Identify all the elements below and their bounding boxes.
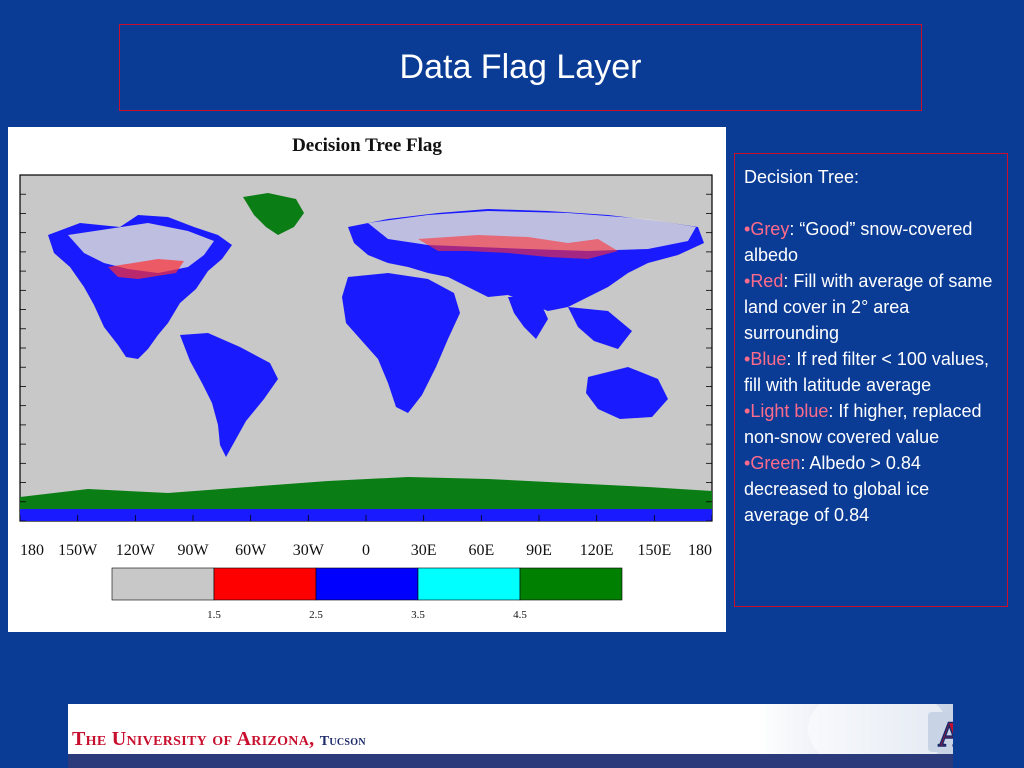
x-tick-label: 120W xyxy=(116,542,156,559)
decision-item: •Green: Albedo > 0.84 decreased to globa… xyxy=(744,450,999,528)
university-label: The University of Arizona, xyxy=(72,728,315,750)
x-tick-label: 150W xyxy=(58,542,98,559)
x-tick-label: 30E xyxy=(411,542,437,559)
decision-item: •Grey: “Good” snow-covered albedo xyxy=(744,216,999,268)
colorbar-label: 1.5 xyxy=(207,609,221,621)
x-tick-label: 60W xyxy=(235,542,267,559)
decision-item: •Red: Fill with average of same land cov… xyxy=(744,268,999,346)
x-tick-label: 30W xyxy=(293,542,325,559)
university-logo[interactable]: A xyxy=(926,710,953,754)
x-tick-label: 180 xyxy=(20,542,44,559)
x-tick-label: 60E xyxy=(468,542,494,559)
decision-tree-textbox: Decision Tree: •Grey: “Good” snow-covere… xyxy=(734,153,1008,607)
colorbar-label: 4.5 xyxy=(513,609,527,621)
item-keyword: Grey xyxy=(750,219,790,239)
colorbar-segment xyxy=(111,567,215,601)
x-tick-label: 90E xyxy=(526,542,552,559)
colorbar-segment xyxy=(519,567,623,601)
colorbar-labels: 1.5 2.5 3.5 4.5 xyxy=(207,609,527,621)
colorbar-label: 2.5 xyxy=(309,609,323,621)
decision-item: •Light blue: If higher, replaced non-sno… xyxy=(744,398,999,450)
x-axis-labels: 180 150W 120W 90W 60W 30W 0 30E 60E 90E 120E 150E 18… xyxy=(20,542,712,559)
colorbar-segment xyxy=(417,567,521,601)
x-tick-label: 0 xyxy=(362,542,370,559)
university-name: The University of Arizona, Tucson xyxy=(72,728,366,751)
textbox-heading: Decision Tree: xyxy=(744,167,860,187)
slide-title: Data Flag Layer xyxy=(399,48,642,86)
decision-item: •Blue: If red filter < 100 values, fill … xyxy=(744,346,999,398)
item-keyword: Red xyxy=(750,271,784,291)
figure-title: Decision Tree Flag xyxy=(292,135,442,156)
item-keyword: Light blue xyxy=(750,401,829,421)
x-tick-label: 90W xyxy=(177,542,209,559)
colorbar xyxy=(111,567,623,601)
city-label: Tucson xyxy=(319,734,366,749)
item-keyword: Blue xyxy=(750,349,787,369)
colorbar-label: 3.5 xyxy=(411,609,425,621)
map-figure: Decision Tree Flag 180 150W 120W 90W 60W 30W 0… xyxy=(8,127,726,632)
colorbar-segment xyxy=(315,567,419,601)
logo-letter: A xyxy=(938,714,953,754)
textbox-items: •Grey: “Good” snow-covered albedo •Red: F… xyxy=(744,216,999,528)
title-box: Data Flag Layer xyxy=(119,24,922,111)
x-tick-label: 150E xyxy=(637,542,671,559)
university-footer: The University of Arizona, Tucson A xyxy=(68,704,953,768)
x-tick-label: 180 xyxy=(688,542,712,559)
decision-tree-map: Decision Tree Flag 180 150W 120W 90W 60W 30W 0… xyxy=(19,135,713,621)
footer-bottom-bar xyxy=(68,754,953,768)
item-keyword: Green xyxy=(750,453,801,473)
x-tick-label: 120E xyxy=(580,542,614,559)
colorbar-segment xyxy=(213,567,317,601)
